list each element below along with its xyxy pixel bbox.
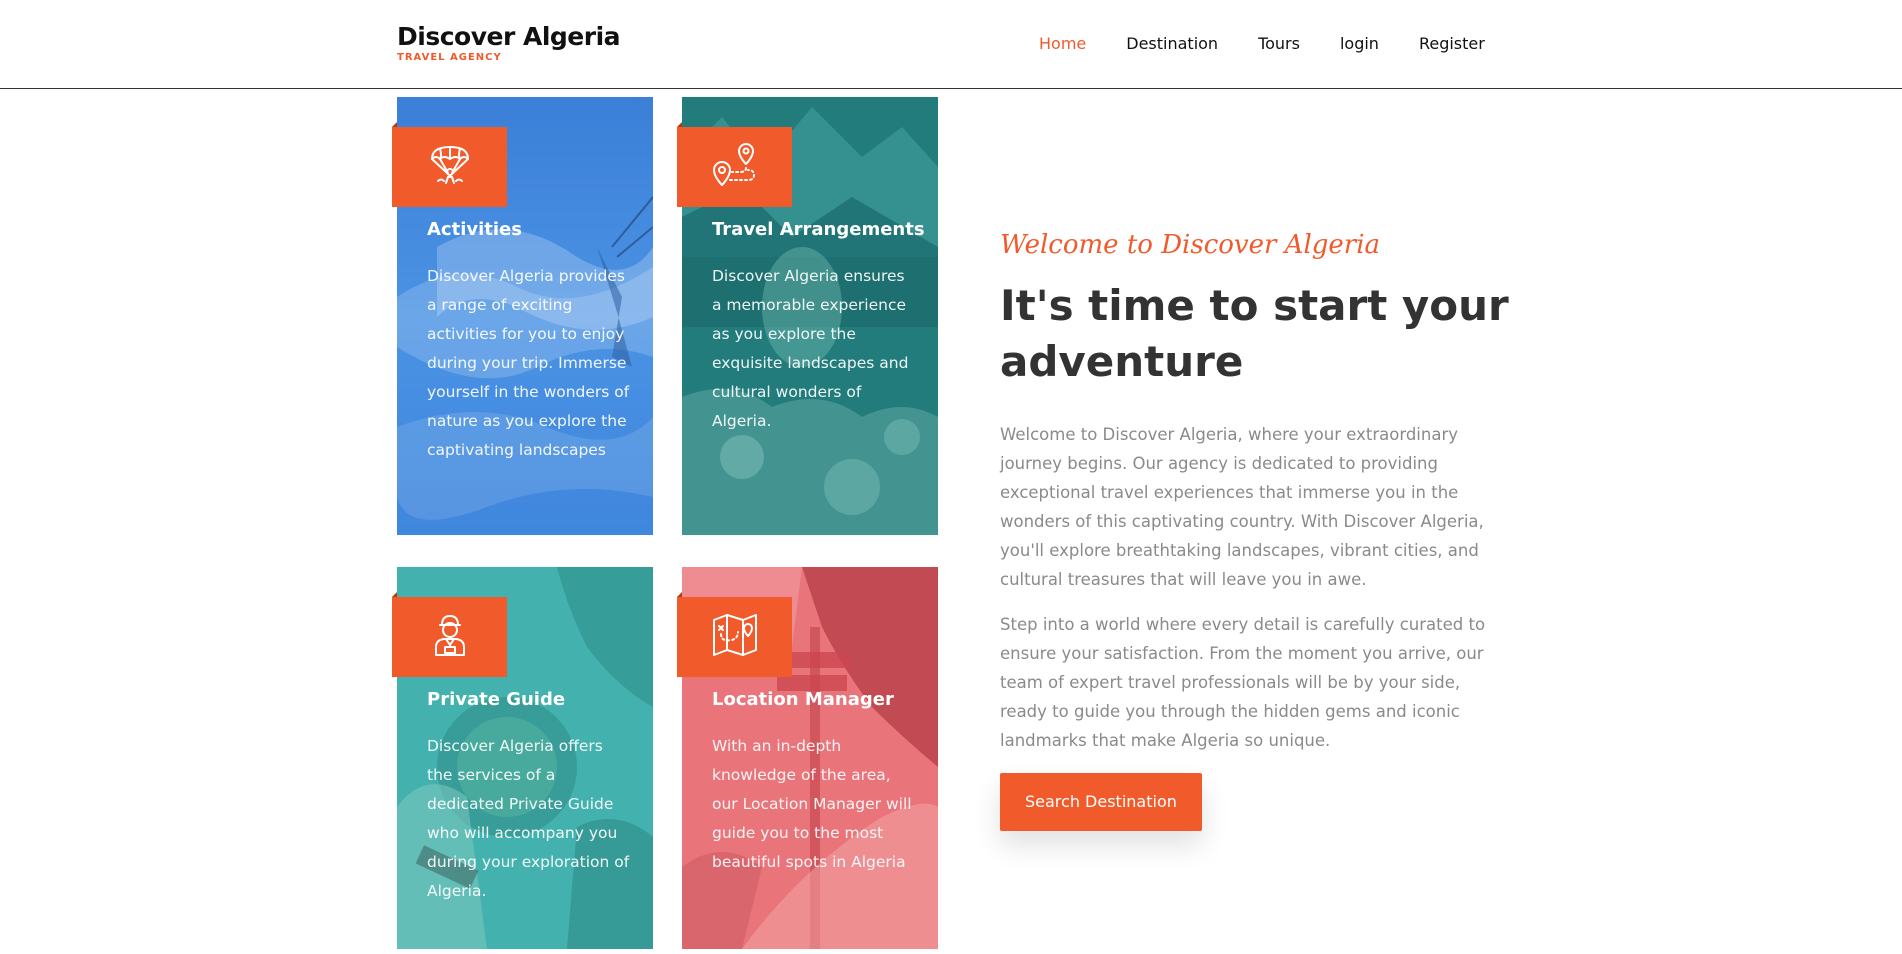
brand-title: Discover Algeria xyxy=(397,22,621,51)
card-icon-box xyxy=(392,127,507,207)
card-description: Discover Algeria ensures a memorable exp… xyxy=(712,267,909,430)
nav-tours[interactable]: Tours xyxy=(1258,34,1300,53)
site-header: Discover Algeria TRAVEL AGENCY Home Dest… xyxy=(0,0,1902,89)
service-card-location-manager[interactable]: Location Manager With an in-depth knowle… xyxy=(677,567,938,949)
service-card-travel-arrangements[interactable]: Travel Arrangements Discover Algeria ens… xyxy=(677,97,938,535)
details-paragraph: Step into a world where every detail is … xyxy=(1000,615,1486,750)
card-icon-box xyxy=(677,597,792,677)
parachute-icon xyxy=(426,141,474,193)
welcome-tagline: Welcome to Discover Algeria xyxy=(1000,230,1381,260)
brand-subtitle: TRAVEL AGENCY xyxy=(397,52,502,63)
hero-headline: It's time to start your adventure xyxy=(1000,281,1509,386)
search-destination-button[interactable]: Search Destination xyxy=(1000,773,1202,831)
tour-guide-icon xyxy=(426,611,474,663)
main-nav: Home Destination Tours login Register xyxy=(1039,34,1525,53)
card-icon-box xyxy=(677,127,792,207)
card-title: Location Manager xyxy=(712,689,894,710)
folded-map-icon xyxy=(710,610,760,664)
card-title: Travel Arrangements xyxy=(712,219,925,240)
card-icon-box xyxy=(392,597,507,677)
intro-paragraph: Welcome to Discover Algeria, where your … xyxy=(1000,425,1484,589)
card-description: With an in-depth knowledge of the area, … xyxy=(712,737,912,871)
hero-content: Welcome to Discover Algeria It's time to… xyxy=(1000,230,1510,831)
nav-register[interactable]: Register xyxy=(1419,34,1485,53)
nav-home[interactable]: Home xyxy=(1039,34,1086,53)
service-card-activities[interactable]: Activities Discover Algeria provides a r… xyxy=(392,97,653,535)
card-description: Discover Algeria provides a range of exc… xyxy=(427,267,630,459)
nav-login[interactable]: login xyxy=(1340,34,1379,53)
service-card-private-guide[interactable]: Private Guide Discover Algeria offers th… xyxy=(392,567,653,949)
nav-destination[interactable]: Destination xyxy=(1126,34,1218,53)
card-description: Discover Algeria offers the services of … xyxy=(427,737,630,900)
brand-logo[interactable]: Discover Algeria TRAVEL AGENCY xyxy=(397,22,621,64)
card-title: Private Guide xyxy=(427,689,566,710)
route-map-pin-icon xyxy=(710,140,760,194)
card-title: Activities xyxy=(427,219,522,240)
